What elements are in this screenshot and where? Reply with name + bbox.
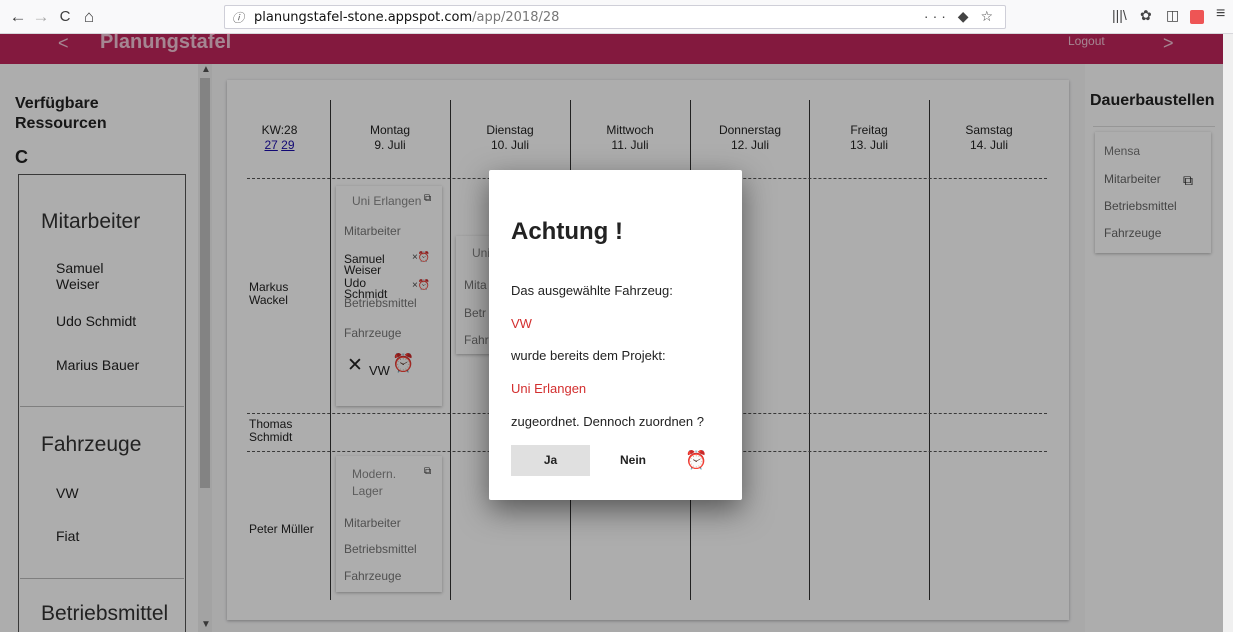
confirm-dialog: Achtung ! Das ausgewählte Fahrzeug: VW w… bbox=[489, 170, 742, 500]
back-icon[interactable]: ← bbox=[8, 7, 28, 27]
page-actions-icon[interactable]: ··· ◆ ☆ bbox=[924, 8, 997, 25]
info-icon[interactable]: ⓘ bbox=[232, 9, 244, 26]
url-path: /app/2018/28 bbox=[472, 10, 560, 25]
forward-icon[interactable]: → bbox=[31, 7, 51, 27]
url-text[interactable]: planungstafel-stone.appspot.com/app/2018… bbox=[254, 10, 559, 25]
home-icon[interactable]: ⌂ bbox=[79, 7, 99, 27]
url-host: planungstafel-stone.appspot.com bbox=[254, 10, 473, 25]
url-bar[interactable]: ⓘ planungstafel-stone.appspot.com/app/20… bbox=[224, 5, 1006, 29]
sidebar-icon[interactable]: ◫ bbox=[1166, 7, 1179, 24]
library-icon[interactable]: |||\ bbox=[1112, 7, 1127, 23]
dialog-vehicle: VW bbox=[511, 316, 532, 331]
dialog-title: Achtung ! bbox=[511, 218, 623, 245]
browser-toolbar: ← → C ⌂ ⓘ planungstafel-stone.appspot.co… bbox=[0, 0, 1233, 34]
dialog-text: wurde bereits dem Projekt: bbox=[511, 348, 666, 363]
page-scrollbar[interactable] bbox=[1223, 34, 1233, 632]
dialog-text: Das ausgewählte Fahrzeug: bbox=[511, 283, 673, 298]
confirm-yes-button[interactable]: Ja bbox=[511, 445, 590, 476]
dialog-text: zugeordnet. Dennoch zuordnen ? bbox=[511, 414, 704, 429]
alarm-clock-icon[interactable]: ⏰ bbox=[685, 450, 707, 471]
reload-icon[interactable]: C bbox=[55, 7, 75, 27]
menu-icon[interactable]: ≡ bbox=[1216, 5, 1225, 23]
dialog-project: Uni Erlangen bbox=[511, 381, 587, 396]
cors-extension-icon[interactable] bbox=[1190, 10, 1204, 24]
confirm-no-button[interactable]: Nein bbox=[601, 445, 665, 476]
extension-icon[interactable]: ✿ bbox=[1140, 7, 1152, 24]
